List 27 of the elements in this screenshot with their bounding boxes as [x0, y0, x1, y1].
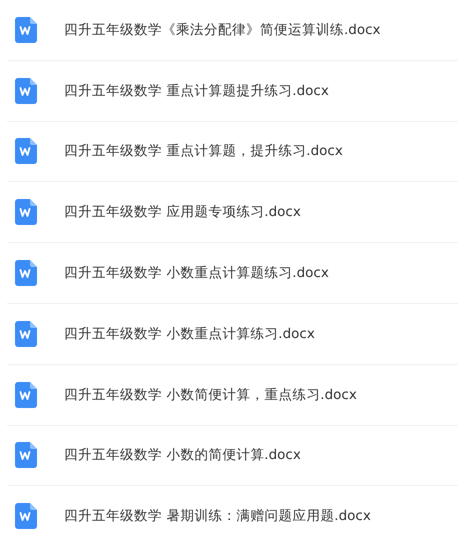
file-row[interactable]: 四升五年级数学 小数简便计算，重点练习.docx	[7, 364, 458, 426]
file-row[interactable]: 四升五年级数学 小数重点计算练习.docx	[7, 304, 458, 365]
file-row[interactable]: 四升五年级数学 应用题专项练习.docx	[7, 182, 458, 244]
file-row[interactable]: 四升五年级数学 小数的简便计算.docx	[7, 426, 458, 486]
file-name: 四升五年级数学 应用题专项练习.docx	[64, 203, 301, 222]
file-name: 四升五年级数学 暑期训练：满赠问题应用题.docx	[64, 507, 371, 526]
file-name: 四升五年级数学 小数重点计算题练习.docx	[64, 264, 329, 283]
file-name: 四升五年级数学《乘法分配律》简便运算训练.docx	[64, 20, 381, 40]
file-name: 四升五年级数学 小数的简便计算.docx	[64, 446, 301, 466]
word-document-icon	[15, 442, 37, 468]
word-document-icon	[15, 16, 37, 43]
file-row[interactable]: 四升五年级数学 暑期训练：满赠问题应用题.docx	[7, 486, 458, 543]
file-row[interactable]: 四升五年级数学 小数重点计算题练习.docx	[7, 243, 458, 304]
word-document-icon	[15, 260, 37, 286]
word-document-icon	[15, 199, 37, 226]
file-row[interactable]: 四升五年级数学《乘法分配律》简便运算训练.docx	[7, 0, 458, 61]
word-document-icon	[15, 503, 37, 530]
file-row[interactable]: 四升五年级数学 重点计算题提升练习.docx	[7, 60, 458, 122]
file-name: 四升五年级数学 重点计算题，提升练习.docx	[64, 142, 343, 162]
file-row[interactable]: 四升五年级数学 重点计算题，提升练习.docx	[7, 122, 458, 182]
file-name: 四升五年级数学 小数重点计算练习.docx	[64, 324, 315, 344]
word-document-icon	[15, 78, 37, 104]
file-name: 四升五年级数学 小数简便计算，重点练习.docx	[64, 386, 357, 405]
word-document-icon	[15, 320, 37, 347]
word-document-icon	[15, 138, 37, 164]
word-document-icon	[15, 382, 37, 408]
file-name: 四升五年级数学 重点计算题提升练习.docx	[64, 82, 329, 101]
